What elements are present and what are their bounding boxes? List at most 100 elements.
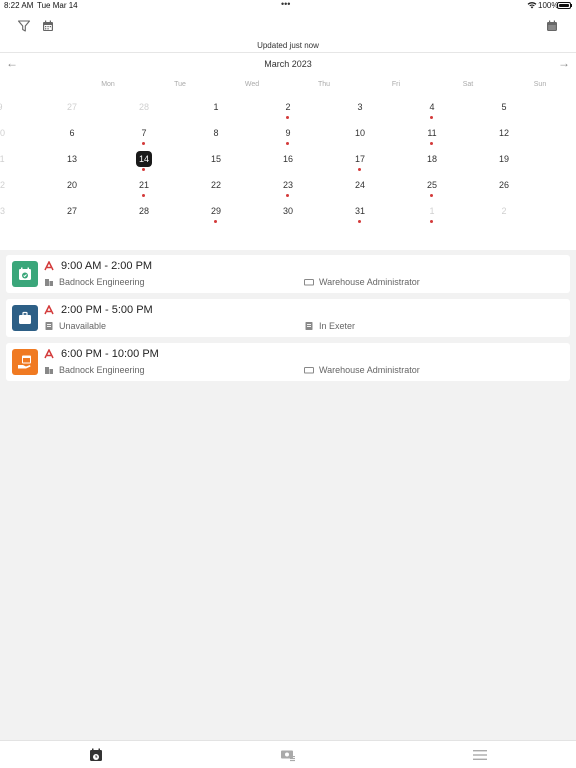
status-bar: 8:22 AM Tue Mar 14 ••• 100% bbox=[0, 0, 576, 12]
calendar-day[interactable]: 16 bbox=[252, 150, 324, 176]
calendar-day[interactable]: 2 bbox=[252, 98, 324, 124]
calendar-day[interactable]: 1 bbox=[396, 202, 468, 228]
calendar-day-number: 9 bbox=[0, 99, 8, 115]
event-dot bbox=[430, 116, 433, 119]
calendar-day[interactable]: 24 bbox=[324, 176, 396, 202]
calendar-day-number: 21 bbox=[138, 180, 149, 190]
calendar-day[interactable]: 23 bbox=[252, 176, 324, 202]
toolbar bbox=[0, 12, 576, 40]
calendar-day-number: 6 bbox=[69, 128, 75, 138]
event-dot bbox=[430, 194, 433, 197]
calendar-day[interactable]: 12 bbox=[468, 124, 540, 150]
tab-bar bbox=[0, 740, 576, 768]
calendar-day[interactable]: 28 bbox=[108, 98, 180, 124]
calendar-day[interactable]: 8 bbox=[180, 124, 252, 150]
status-time: 8:22 AM bbox=[4, 1, 34, 10]
next-month-button[interactable]: → bbox=[558, 56, 570, 70]
calendar-day-number: 25 bbox=[426, 180, 437, 190]
calendar-day-number: 20 bbox=[66, 180, 77, 190]
calendar-day-number: 10 bbox=[0, 128, 5, 138]
calendar-day-number: 13 bbox=[66, 154, 77, 164]
calendar-day[interactable]: 22 bbox=[180, 176, 252, 202]
calendar-day[interactable]: 10 bbox=[324, 124, 396, 150]
battery-percent: 100% bbox=[538, 1, 559, 10]
calendar-day-number: 11 bbox=[0, 154, 5, 164]
calendar-day[interactable]: 9 bbox=[252, 124, 324, 150]
calendar-day[interactable]: 28 bbox=[108, 202, 180, 228]
calendar-day[interactable]: 13 bbox=[0, 202, 36, 228]
calendar-day-number: 8 bbox=[213, 128, 219, 138]
multitask-dots[interactable]: ••• bbox=[281, 0, 290, 9]
shift-location: Badnock Engineering bbox=[59, 277, 145, 287]
calendar-day-number: 19 bbox=[498, 154, 509, 164]
menu-tab-icon[interactable] bbox=[472, 747, 488, 763]
calendar-day-number: 4 bbox=[429, 102, 435, 112]
calendar-day[interactable]: 29 bbox=[180, 202, 252, 228]
calendar-day-number: 15 bbox=[210, 154, 221, 164]
calendar-day[interactable]: 20 bbox=[36, 176, 108, 202]
calendar-day[interactable]: 27 bbox=[36, 98, 108, 124]
calendar-day-number: 12 bbox=[0, 180, 5, 190]
weekday-label: Thu bbox=[317, 81, 331, 88]
calendar-day-number: 31 bbox=[354, 206, 365, 216]
calendar-day[interactable]: 9 bbox=[0, 98, 36, 124]
calendar-day[interactable]: 27 bbox=[36, 202, 108, 228]
shift-card[interactable]: 6:00 PM - 10:00 PM Badnock Engineering W… bbox=[6, 343, 570, 381]
calendar-day[interactable]: 4 bbox=[396, 98, 468, 124]
alert-logo-icon bbox=[44, 349, 54, 359]
calendar-day-number: 9 bbox=[285, 128, 291, 138]
calendar-day[interactable]: 26 bbox=[468, 176, 540, 202]
pay-tab-icon[interactable] bbox=[280, 747, 296, 763]
calendar-day-number: 26 bbox=[498, 180, 509, 190]
calendar-day[interactable]: 25 bbox=[396, 176, 468, 202]
calendar-icon[interactable] bbox=[41, 19, 55, 33]
shift-card[interactable]: 9:00 AM - 2:00 PM Badnock Engineering Wa… bbox=[6, 255, 570, 293]
building-icon bbox=[45, 279, 53, 286]
event-dot bbox=[142, 194, 145, 197]
month-calendar: ← March 2023 → Mon Tue Wed Thu Fri Sat S… bbox=[0, 52, 576, 250]
calendar-day-number: 5 bbox=[501, 102, 507, 112]
calendar-day[interactable]: 6 bbox=[36, 124, 108, 150]
calendar-day-number: 23 bbox=[282, 180, 293, 190]
calendar-day[interactable]: 15 bbox=[180, 150, 252, 176]
calendar-day[interactable]: 30 bbox=[252, 202, 324, 228]
calendar-day[interactable]: 14 bbox=[108, 150, 180, 176]
calendar-day[interactable]: 13 bbox=[36, 150, 108, 176]
calendar-day[interactable]: 11 bbox=[0, 150, 36, 176]
building-icon bbox=[45, 367, 53, 374]
calendar-day[interactable]: 17 bbox=[324, 150, 396, 176]
shift-time: 6:00 PM - 10:00 PM bbox=[61, 348, 159, 360]
calendar-day-number: 1 bbox=[429, 206, 435, 216]
filter-icon[interactable] bbox=[17, 19, 31, 33]
calendar-day[interactable]: 11 bbox=[396, 124, 468, 150]
calendar-day[interactable]: 12 bbox=[0, 176, 36, 202]
note-icon bbox=[45, 322, 53, 330]
calendar-day[interactable]: 5 bbox=[468, 98, 540, 124]
calendar-day-number: 1 bbox=[213, 102, 219, 112]
calendar-day[interactable]: 2 bbox=[468, 202, 540, 228]
weekday-label: Sat bbox=[462, 81, 474, 88]
weekday-label: Wed bbox=[244, 81, 260, 88]
calendar-day[interactable]: 7 bbox=[108, 124, 180, 150]
unavailable-time: 2:00 PM - 5:00 PM bbox=[61, 304, 153, 316]
calendar-day[interactable]: 1 bbox=[180, 98, 252, 124]
hand-calendar-icon bbox=[12, 349, 38, 375]
id-card-icon bbox=[304, 367, 314, 374]
calendar-view-icon[interactable] bbox=[545, 19, 559, 33]
calendar-day[interactable]: 21 bbox=[108, 176, 180, 202]
calendar-day[interactable]: 18 bbox=[396, 150, 468, 176]
unavailable-card[interactable]: 2:00 PM - 5:00 PM Unavailable In Exeter bbox=[6, 299, 570, 337]
weekday-header: Mon Tue Wed Thu Fri Sat Sun bbox=[0, 81, 576, 91]
calendar-day[interactable]: 19 bbox=[468, 150, 540, 176]
schedule-tab-icon[interactable] bbox=[88, 747, 104, 763]
calendar-day-number: 13 bbox=[0, 206, 5, 216]
calendar-day[interactable]: 10 bbox=[0, 124, 36, 150]
calendar-day-number: 2 bbox=[501, 206, 507, 216]
shift-role: Warehouse Administrator bbox=[319, 365, 420, 375]
calendar-day-number: 27 bbox=[66, 206, 77, 216]
event-dot bbox=[142, 168, 145, 171]
calendar-day[interactable]: 3 bbox=[324, 98, 396, 124]
shift-time: 9:00 AM - 2:00 PM bbox=[61, 260, 153, 272]
calendar-day[interactable]: 31 bbox=[324, 202, 396, 228]
event-list: 9:00 AM - 2:00 PM Badnock Engineering Wa… bbox=[6, 255, 570, 387]
